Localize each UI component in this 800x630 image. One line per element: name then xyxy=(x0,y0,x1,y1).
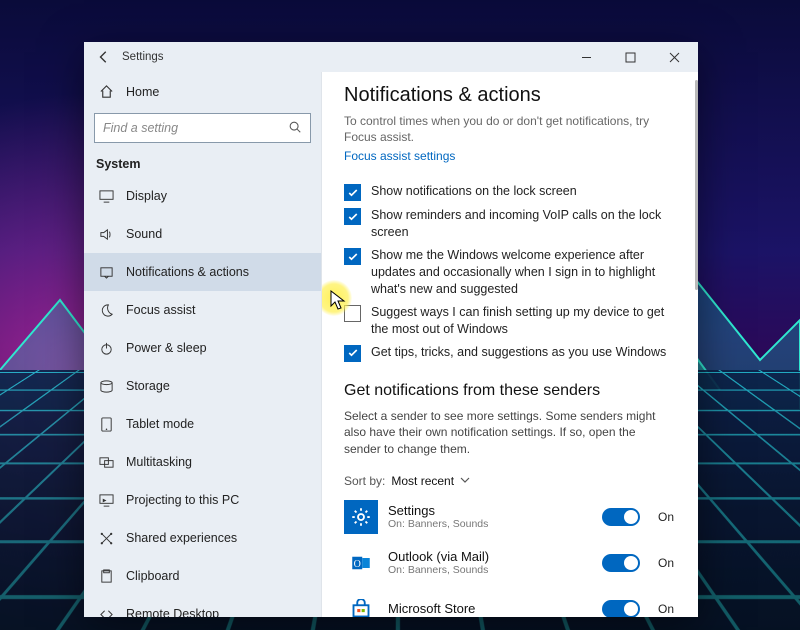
page-help-text: To control times when you do or don't ge… xyxy=(344,113,674,145)
svg-text:O: O xyxy=(354,559,361,570)
sidebar-item-shared-experiences[interactable]: Shared experiences xyxy=(84,519,321,557)
store-app-icon xyxy=(344,592,378,617)
clipboard-icon xyxy=(98,569,114,584)
chevron-down-icon xyxy=(460,474,470,488)
notifications-icon xyxy=(98,265,114,280)
sidebar-home-label: Home xyxy=(126,85,159,99)
sidebar-item-power-sleep[interactable]: Power & sleep xyxy=(84,329,321,367)
sender-toggle-label: On xyxy=(658,510,674,524)
sort-by-control[interactable]: Sort by: Most recent xyxy=(344,474,674,488)
sidebar-item-label: Display xyxy=(126,189,167,203)
tablet-icon xyxy=(98,417,114,432)
sender-row-outlook-via-mail-[interactable]: O Outlook (via Mail)On: Banners, Sounds On xyxy=(344,540,674,586)
sidebar-item-label: Notifications & actions xyxy=(126,265,249,279)
checkbox[interactable] xyxy=(344,305,361,322)
sidebar-item-label: Storage xyxy=(126,379,170,393)
sidebar-item-multitasking[interactable]: Multitasking xyxy=(84,443,321,481)
sidebar-item-remote-desktop[interactable]: Remote Desktop xyxy=(84,595,321,617)
sidebar-item-label: Remote Desktop xyxy=(126,607,219,617)
outlook-app-icon: O xyxy=(344,546,378,580)
sidebar-item-sound[interactable]: Sound xyxy=(84,215,321,253)
sender-row-settings[interactable]: SettingsOn: Banners, Sounds On xyxy=(344,494,674,540)
projecting-icon xyxy=(98,493,114,508)
sidebar-item-tablet-mode[interactable]: Tablet mode xyxy=(84,405,321,443)
search-box[interactable] xyxy=(94,113,311,143)
scrollbar-thumb[interactable] xyxy=(695,80,698,290)
page-heading: Notifications & actions xyxy=(344,84,674,107)
sender-sub: On: Banners, Sounds xyxy=(388,564,489,576)
sidebar-item-label: Power & sleep xyxy=(126,341,207,355)
checkbox-label: Suggest ways I can finish setting up my … xyxy=(371,304,674,338)
checkbox-label: Show notifications on the lock screen xyxy=(371,183,577,200)
sidebar-item-label: Shared experiences xyxy=(126,531,237,545)
sender-toggle[interactable] xyxy=(602,554,640,572)
search-input[interactable] xyxy=(103,121,288,135)
sidebar-item-label: Clipboard xyxy=(126,569,180,583)
minimize-button[interactable] xyxy=(564,43,608,71)
sidebar-home[interactable]: Home xyxy=(84,76,321,107)
scrollbar-track[interactable] xyxy=(694,72,698,617)
settings-window: Settings Home System Display Sound Notific… xyxy=(84,42,698,617)
search-icon xyxy=(288,120,302,137)
sidebar-item-label: Sound xyxy=(126,227,162,241)
settings-app-icon xyxy=(344,500,378,534)
sidebar-item-label: Tablet mode xyxy=(126,417,194,431)
checkbox-row-0[interactable]: Show notifications on the lock screen xyxy=(344,183,674,201)
sidebar-item-display[interactable]: Display xyxy=(84,177,321,215)
checkbox-row-3[interactable]: Suggest ways I can finish setting up my … xyxy=(344,304,674,338)
sidebar-item-label: Projecting to this PC xyxy=(126,493,239,507)
sender-toggle-label: On xyxy=(658,602,674,616)
back-button[interactable] xyxy=(90,43,118,71)
sender-name: Microsoft Store xyxy=(388,601,475,616)
sidebar-list: Display Sound Notifications & actions Focus… xyxy=(84,177,321,617)
sort-by-label: Sort by: xyxy=(344,474,385,488)
power-icon xyxy=(98,341,114,356)
sender-row-microsoft-store[interactable]: Microsoft Store On xyxy=(344,586,674,617)
sort-by-value: Most recent xyxy=(391,474,454,488)
sidebar-section-label: System xyxy=(84,151,321,177)
sidebar-item-notifications-actions[interactable]: Notifications & actions xyxy=(84,253,321,291)
shared-experiences-icon xyxy=(98,531,114,546)
sidebar-item-label: Multitasking xyxy=(126,455,192,469)
sender-name: Settings xyxy=(388,503,488,518)
sender-toggle[interactable] xyxy=(602,508,640,526)
sidebar-item-clipboard[interactable]: Clipboard xyxy=(84,557,321,595)
checkbox-row-4[interactable]: Get tips, tricks, and suggestions as you… xyxy=(344,344,674,362)
sidebar-item-label: Focus assist xyxy=(126,303,195,317)
focus-assist-icon xyxy=(98,303,114,318)
storage-icon xyxy=(98,379,114,394)
home-icon xyxy=(98,84,114,99)
sidebar-item-storage[interactable]: Storage xyxy=(84,367,321,405)
checkbox[interactable] xyxy=(344,208,361,225)
sender-sub: On: Banners, Sounds xyxy=(388,518,488,530)
checkbox-label: Get tips, tricks, and suggestions as you… xyxy=(371,344,666,361)
focus-assist-link[interactable]: Focus assist settings xyxy=(344,149,455,163)
checkbox-label: Show me the Windows welcome experience a… xyxy=(371,247,674,298)
multitasking-icon xyxy=(98,455,114,470)
checkbox-row-2[interactable]: Show me the Windows welcome experience a… xyxy=(344,247,674,298)
checkbox[interactable] xyxy=(344,248,361,265)
remote-desktop-icon xyxy=(98,607,114,618)
sidebar-item-focus-assist[interactable]: Focus assist xyxy=(84,291,321,329)
checkbox-label: Show reminders and incoming VoIP calls o… xyxy=(371,207,674,241)
display-icon xyxy=(98,189,114,204)
sidebar-item-projecting-to-this-pc[interactable]: Projecting to this PC xyxy=(84,481,321,519)
sender-toggle[interactable] xyxy=(602,600,640,617)
window-title: Settings xyxy=(118,51,164,63)
checkbox[interactable] xyxy=(344,345,361,362)
titlebar: Settings xyxy=(84,42,698,72)
checkbox-row-1[interactable]: Show reminders and incoming VoIP calls o… xyxy=(344,207,674,241)
sidebar: Home System Display Sound Notifications & … xyxy=(84,72,322,617)
sound-icon xyxy=(98,227,114,242)
maximize-button[interactable] xyxy=(608,43,652,71)
sender-toggle-label: On xyxy=(658,556,674,570)
senders-heading: Get notifications from these senders xyxy=(344,382,674,400)
checkbox[interactable] xyxy=(344,184,361,201)
content-pane: Notifications & actions To control times… xyxy=(322,72,698,617)
close-button[interactable] xyxy=(652,43,696,71)
senders-help: Select a sender to see more settings. So… xyxy=(344,408,674,458)
sender-name: Outlook (via Mail) xyxy=(388,549,489,564)
mouse-cursor xyxy=(330,290,346,312)
